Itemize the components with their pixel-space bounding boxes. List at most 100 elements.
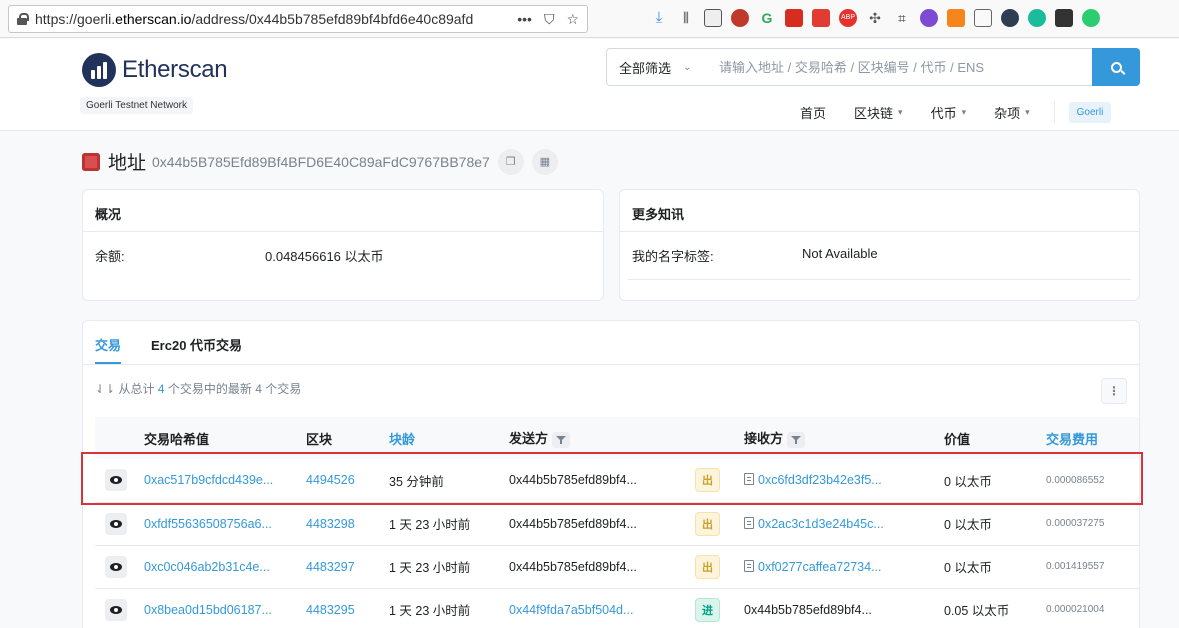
extension-pen-icon[interactable] xyxy=(785,9,803,27)
txn-summary: ⇃⇂ 从总计 4 个交易中的最新 4 个交易 xyxy=(95,382,302,396)
direction-badge: 出 xyxy=(695,511,720,536)
lock-icon xyxy=(17,13,29,25)
name-tag-label: 我的名字标签: xyxy=(632,249,714,264)
col-to: 接收方 xyxy=(744,417,944,459)
qr-code-icon[interactable]: ▦ xyxy=(531,148,558,175)
nav-home[interactable]: 首页 xyxy=(800,103,826,122)
txn-age: 1 天 23 小时前 xyxy=(389,604,471,618)
txn-value: 0.05 以太币 xyxy=(944,604,1010,618)
extension-mail-icon[interactable] xyxy=(812,9,830,27)
filter-icon[interactable] xyxy=(787,431,806,448)
block-link[interactable]: 4483295 xyxy=(306,588,389,628)
txn-hash-link[interactable]: 0x8bea0d15bd06187... xyxy=(144,588,306,628)
address-label: 地址 xyxy=(108,153,147,174)
chevron-down-icon: ▾ xyxy=(898,106,903,117)
search-button[interactable] xyxy=(1092,48,1140,86)
eye-icon[interactable] xyxy=(105,469,127,492)
to-address-link[interactable]: 0xc6fd3df23b42e3f5... xyxy=(744,459,944,502)
to-address-link[interactable]: 0xf0277caffea72734... xyxy=(744,545,944,588)
library-icon[interactable]: ⫼ xyxy=(677,9,695,27)
search-input[interactable] xyxy=(707,48,1093,86)
etherscan-logo-icon xyxy=(82,53,116,87)
url-text: https://goerli.etherscan.io/address/0x44… xyxy=(35,11,474,27)
txn-hash-link[interactable]: 0xc0c046ab2b31c4e... xyxy=(144,545,306,588)
search-filter-select[interactable]: 全部筛选 ⌄ xyxy=(606,48,708,86)
pocket-icon[interactable]: ⛉ xyxy=(544,11,555,28)
extension-purple-icon[interactable] xyxy=(920,9,938,27)
grammarly-icon[interactable]: G xyxy=(758,9,776,27)
extension-teal-icon[interactable] xyxy=(1028,9,1046,27)
nav-divider xyxy=(1053,101,1055,123)
address-hash: 0x44b5B785Efd89Bf4BFD6E40C89aFdC9767BB78… xyxy=(152,153,490,170)
adblock-icon[interactable]: ABP xyxy=(839,9,857,27)
col-fee[interactable]: 交易费用 xyxy=(1046,417,1139,459)
move-icon[interactable]: ✣ xyxy=(866,9,884,27)
crop-icon[interactable]: ⌗ xyxy=(893,9,911,27)
txn-age: 1 天 23 小时前 xyxy=(389,561,471,575)
bookmark-star-icon[interactable]: ☆ xyxy=(566,11,579,28)
txn-hash-link[interactable]: 0xac517b9cfdcd439e... xyxy=(144,459,306,502)
nav-blockchain[interactable]: 区块链 ▾ xyxy=(854,103,903,122)
direction-badge: 出 xyxy=(695,554,720,579)
network-label: Goerli Testnet Network xyxy=(80,97,193,114)
search-icon xyxy=(1110,61,1122,73)
chevron-down-icon: ⌄ xyxy=(683,61,692,73)
etherscan-logo[interactable]: Etherscan xyxy=(82,53,228,87)
extension-dark-icon[interactable] xyxy=(1001,9,1019,27)
extension-red-icon[interactable] xyxy=(731,9,749,27)
txn-value: 0 以太币 xyxy=(944,561,992,575)
more-options-icon[interactable]: ⋮ xyxy=(1101,378,1127,404)
address-title: 地址 0x44b5B785Efd89Bf4BFD6E40C89aFdC9767B… xyxy=(82,148,558,175)
to-address-link[interactable]: 0x2ac3c1d3e24b45c... xyxy=(744,502,944,545)
txn-age: 1 天 23 小时前 xyxy=(389,518,471,532)
from-address: 0x44b5b785efd89bf4... xyxy=(509,516,637,531)
overview-title: 概况 xyxy=(83,190,603,232)
nav-misc[interactable]: 杂项 ▾ xyxy=(994,103,1030,122)
col-age[interactable]: 块龄 xyxy=(389,417,509,459)
block-link[interactable]: 4483297 xyxy=(306,545,389,588)
block-link[interactable]: 4494526 xyxy=(306,459,389,502)
balance-label: 余额: xyxy=(95,249,125,264)
to-address: 0x44b5b785efd89bf4... xyxy=(744,602,872,617)
tab-erc20-transfers[interactable]: Erc20 代币交易 xyxy=(151,321,242,364)
address-bar[interactable]: https://goerli.etherscan.io/address/0x44… xyxy=(8,5,588,33)
address-identicon xyxy=(82,152,100,171)
direction-badge: 出 xyxy=(695,468,720,493)
txn-value: 0 以太币 xyxy=(944,474,992,489)
from-address: 0x44b5b785efd89bf4... xyxy=(509,473,637,488)
extension-globe-icon[interactable] xyxy=(1082,9,1100,27)
extension-box-icon[interactable] xyxy=(974,9,992,27)
txn-value: 0 以太币 xyxy=(944,518,992,532)
tab-transactions[interactable]: 交易 xyxy=(95,321,122,364)
txn-fee: 0.000037275 xyxy=(1046,518,1105,529)
eye-icon[interactable] xyxy=(105,555,127,578)
sidebar-icon[interactable] xyxy=(704,9,722,27)
table-row: 0xfdf55636508756a6... 4483298 1 天 23 小时前… xyxy=(95,502,1139,545)
extension-square-icon[interactable] xyxy=(1055,9,1073,27)
eye-icon[interactable] xyxy=(105,512,127,535)
download-icon[interactable]: ⤓ xyxy=(650,9,668,27)
eye-icon[interactable] xyxy=(105,598,127,621)
overview-card: 概况 余额: 0.048456616 以太币 xyxy=(82,189,604,301)
table-row: 0x8bea0d15bd06187... 4483295 1 天 23 小时前 … xyxy=(95,588,1139,628)
contract-icon xyxy=(744,516,754,529)
txn-fee: 0.000021004 xyxy=(1046,604,1105,615)
chevron-down-icon: ▾ xyxy=(961,106,967,117)
from-address-link[interactable]: 0x44f9fda7a5bf504d... xyxy=(509,588,695,628)
transactions-table: 交易哈希值 区块 块龄 发送方 接收方 价值 交易费用 0xac517b9cfd… xyxy=(95,417,1139,628)
name-tag-value: Not Available xyxy=(802,246,878,261)
metamask-fox-icon[interactable] xyxy=(947,9,965,27)
table-header-row: 交易哈希值 区块 块龄 发送方 接收方 价值 交易费用 xyxy=(95,417,1139,459)
nav-tokens[interactable]: 代币 ▾ xyxy=(931,103,967,122)
txn-hash-link[interactable]: 0xfdf55636508756a6... xyxy=(144,502,306,545)
block-link[interactable]: 4483298 xyxy=(306,502,389,545)
page-actions-icon[interactable]: ••• xyxy=(517,11,532,28)
copy-icon[interactable]: ❐ xyxy=(497,148,524,175)
direction-badge: 进 xyxy=(695,597,720,622)
table-row: 0xac517b9cfdcd439e... 4494526 35 分钟前 0x4… xyxy=(95,459,1139,502)
txn-fee: 0.001419557 xyxy=(1046,561,1105,572)
filter-icon[interactable] xyxy=(552,431,571,448)
sort-icon: ⇃⇂ xyxy=(95,382,116,396)
balance-value: 0.048456616 以太币 xyxy=(265,249,384,264)
network-switch-button[interactable]: Goerli xyxy=(1068,101,1112,123)
